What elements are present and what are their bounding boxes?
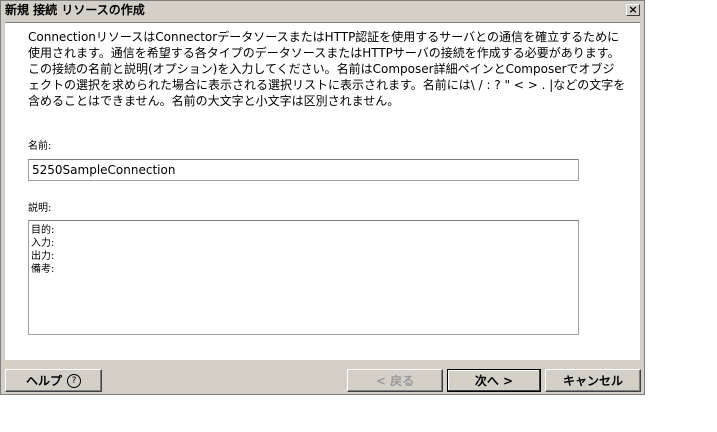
instruction-text: ConnectionリソースはConnectorデータソースまたはHTTP認証を… [28,30,626,108]
button-bar: ヘルプ ? < 戻る 次へ > キャンセル [1,363,644,394]
content-panel: ConnectionリソースはConnectorデータソースまたはHTTP認証を… [5,22,640,360]
description-textarea[interactable]: 目的: 入力: 出力: 備考: [28,220,579,335]
help-button[interactable]: ヘルプ ? [5,369,102,392]
window-title: 新規 接続 リソースの作成 [5,3,145,17]
back-button[interactable]: < 戻る [347,369,443,392]
help-button-label: ヘルプ [25,374,62,388]
title-bar: 新規 接続 リソースの作成 × [1,1,644,20]
new-connection-dialog: 新規 接続 リソースの作成 × ConnectionリソースはConnector… [0,0,645,395]
next-button[interactable]: 次へ > [447,369,541,392]
close-button[interactable]: × [626,4,640,16]
description-label: 説明: [28,203,52,214]
close-icon: × [628,3,638,16]
name-input[interactable] [28,159,579,181]
name-label: 名前: [28,141,52,152]
cancel-button[interactable]: キャンセル [545,369,641,392]
help-icon: ? [67,373,81,388]
